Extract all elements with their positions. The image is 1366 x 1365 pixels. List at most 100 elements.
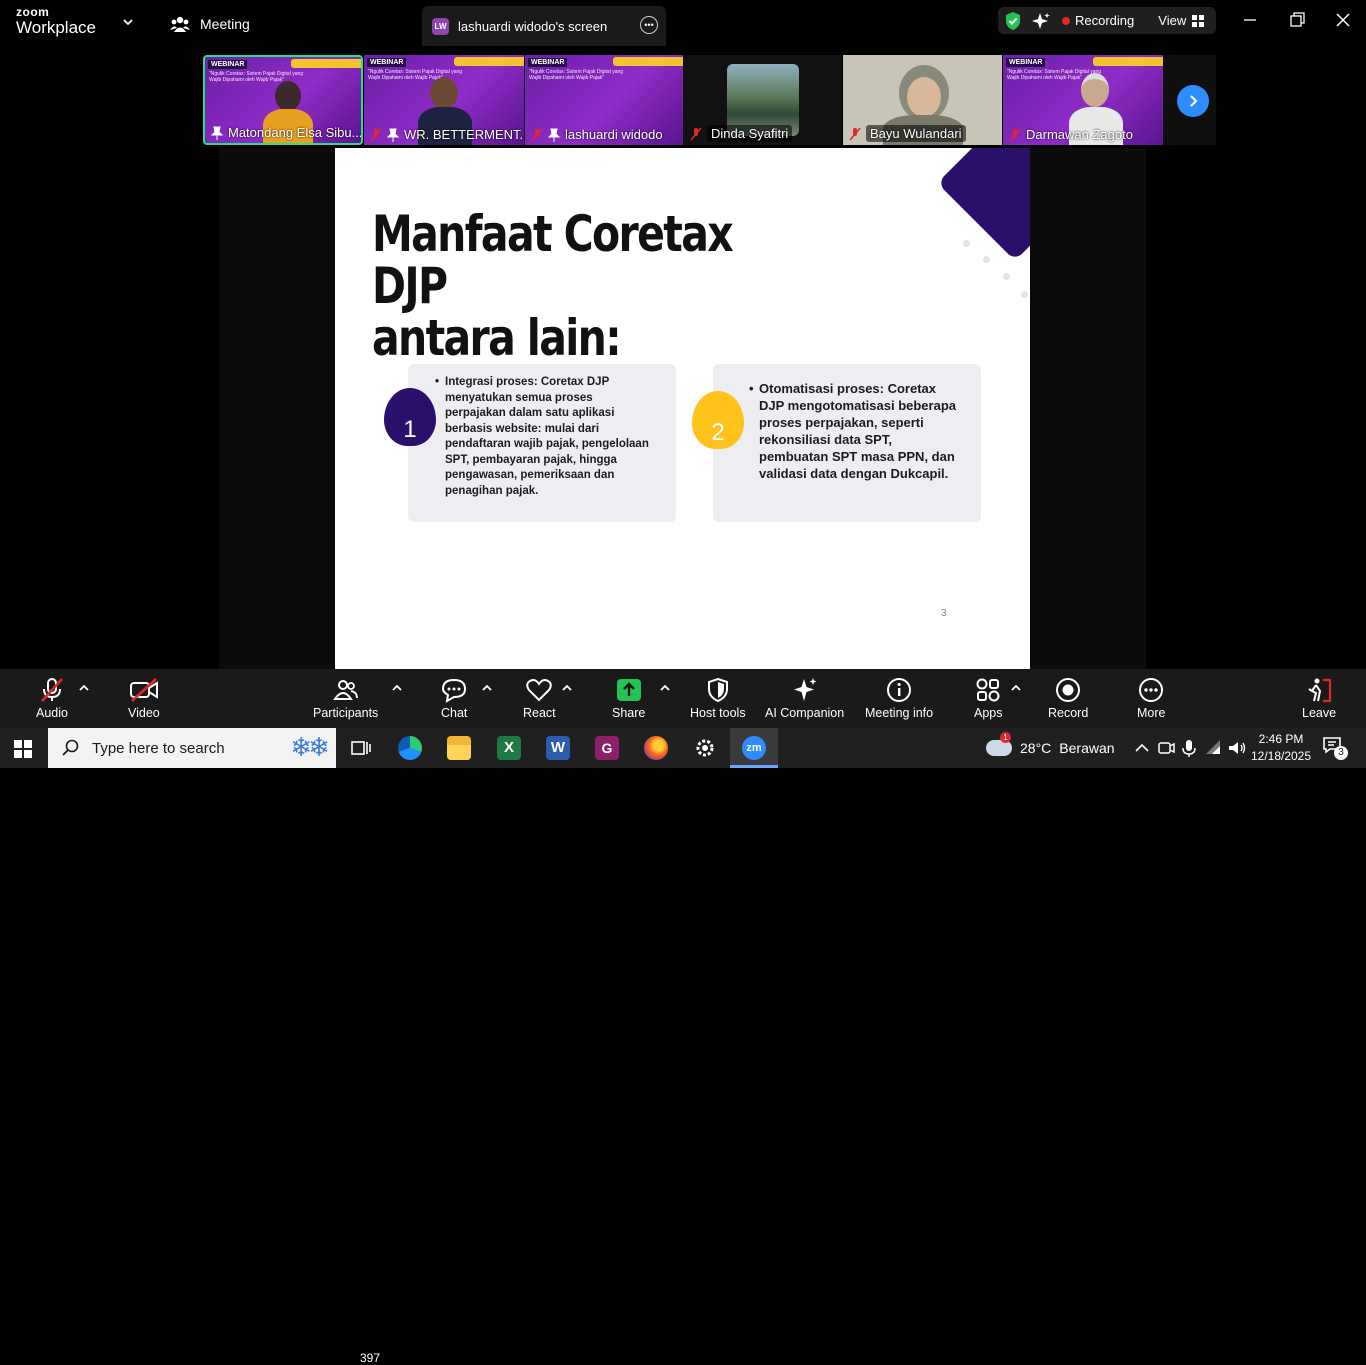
- grid-view-icon: [1192, 14, 1205, 27]
- record-button[interactable]: Record: [1048, 677, 1088, 720]
- slide-dot-decoration: [1021, 291, 1028, 298]
- leave-button[interactable]: Leave: [1302, 677, 1336, 720]
- slide-title-line-1: Manfaat Coretax DJP: [372, 205, 734, 315]
- mic-muted-icon: [370, 127, 382, 142]
- ai-sparkle-icon[interactable]: [1032, 12, 1050, 30]
- slide-dot-decoration: [1003, 273, 1010, 280]
- next-page-button[interactable]: [1177, 85, 1209, 117]
- webinar-label: WEBINAR: [1006, 58, 1046, 67]
- chevron-up-icon[interactable]: [659, 683, 671, 693]
- firefox-icon[interactable]: [644, 736, 668, 760]
- host-tools-button[interactable]: Host tools: [690, 677, 746, 720]
- participants-button[interactable]: Participants: [313, 677, 378, 720]
- benefit-number: 2: [711, 419, 725, 446]
- zoom-app-icon[interactable]: zm: [742, 736, 766, 760]
- participant-tile[interactable]: WEBINAR "Ngulik Coretax: Sistem Pajak Di…: [525, 55, 683, 145]
- taskbar-search-box[interactable]: Type here to search ❄❄: [48, 728, 336, 768]
- microphone-icon[interactable]: [1177, 736, 1201, 760]
- task-view-icon[interactable]: [349, 736, 373, 760]
- shield-icon: [707, 677, 728, 703]
- participant-video: [275, 81, 301, 111]
- close-icon[interactable]: [1333, 10, 1353, 30]
- recording-indicator-icon: [1062, 16, 1070, 25]
- volume-icon[interactable]: [1225, 736, 1249, 760]
- participants-group-icon: [170, 16, 190, 32]
- benefit-number: 1: [403, 416, 417, 443]
- participant-name-bar: WR. BETTERMENT...: [370, 127, 524, 142]
- chevron-up-icon[interactable]: [78, 683, 90, 693]
- ai-companion-button[interactable]: AI Companion: [765, 677, 844, 720]
- record-icon: [1056, 678, 1081, 702]
- participants-label: Participants: [313, 706, 379, 720]
- mic-muted-icon: [690, 126, 702, 141]
- weather-temp: 28°C: [1020, 740, 1052, 756]
- slide-title: Manfaat Coretax DJP antara lain:: [372, 208, 782, 364]
- meeting-info-button[interactable]: Meeting info: [865, 677, 933, 720]
- excel-icon[interactable]: X: [497, 736, 521, 760]
- chat-label: Chat: [441, 706, 468, 720]
- wifi-icon[interactable]: [1202, 736, 1226, 760]
- webinar-label: WEBINAR: [367, 58, 407, 67]
- share-screen-icon: [616, 679, 641, 701]
- participant-video-face: [907, 77, 941, 117]
- notification-center-button[interactable]: 3: [1322, 736, 1348, 760]
- participant-tile[interactable]: Dinda Syafitri: [684, 55, 842, 145]
- chat-button[interactable]: Chat: [441, 677, 467, 720]
- recording-label[interactable]: Recording: [1075, 13, 1134, 28]
- chevron-up-icon[interactable]: [1130, 736, 1154, 760]
- participant-name-bar: Bayu Wulandari: [849, 125, 966, 142]
- heart-icon: [526, 679, 553, 702]
- participants-count: 397: [360, 1351, 381, 1365]
- weather-alert-badge: 1: [1000, 732, 1011, 743]
- chevron-up-icon[interactable]: [561, 683, 573, 693]
- benefit-description: Integrasi proses: Coretax DJP menyatukan…: [445, 376, 649, 497]
- meeting-status-group: Recording View: [998, 7, 1216, 34]
- meet-now-icon[interactable]: [1154, 736, 1178, 760]
- meeting-tab-label: Meeting: [200, 16, 250, 32]
- webinar-label: WEBINAR: [208, 60, 248, 69]
- react-button[interactable]: React: [523, 677, 556, 720]
- minimize-icon[interactable]: [1240, 10, 1260, 30]
- participant-tile[interactable]: WEBINAR "Ngulik Coretax: Sistem Pajak Di…: [364, 55, 524, 145]
- slide-title-line-2: antara lain:: [372, 309, 622, 367]
- restore-icon[interactable]: [1287, 10, 1307, 30]
- settings-gear-icon[interactable]: [693, 736, 717, 760]
- edge-browser-icon[interactable]: [398, 736, 422, 760]
- video-button[interactable]: Video: [128, 677, 160, 720]
- clock-date: 12/18/2025: [1250, 749, 1312, 763]
- pin-icon: [387, 128, 399, 142]
- audio-button[interactable]: Audio: [36, 677, 68, 720]
- chevron-right-icon: [1190, 95, 1198, 107]
- participant-tile[interactable]: WEBINAR "Ngulik Coretax: Sistem Pajak Di…: [203, 55, 363, 145]
- view-button[interactable]: View: [1158, 13, 1186, 28]
- participant-name-bar: Darmawan Zagoto: [1009, 127, 1133, 142]
- file-explorer-icon[interactable]: [447, 736, 471, 760]
- more-button[interactable]: More: [1137, 677, 1165, 720]
- chevron-up-icon[interactable]: [1010, 683, 1022, 693]
- chevron-up-icon[interactable]: [391, 683, 403, 693]
- presentation-slide: Manfaat Coretax DJP antara lain: 1 • Int…: [335, 148, 1030, 669]
- sponsor-logos: [613, 57, 683, 66]
- pdf-editor-icon[interactable]: G: [595, 736, 619, 760]
- chevron-down-icon[interactable]: [120, 14, 136, 30]
- shield-check-icon[interactable]: [1004, 11, 1022, 31]
- chevron-up-icon[interactable]: [481, 683, 493, 693]
- taskbar-clock[interactable]: 2:46 PM 12/18/2025: [1248, 731, 1314, 765]
- windows-start-icon[interactable]: [14, 740, 32, 758]
- benefit-text: • Otomatisasi proses: Coretax DJP mengot…: [749, 381, 956, 481]
- weather-widget[interactable]: 1 28°C Berawan: [986, 732, 1115, 760]
- search-icon: [62, 739, 79, 756]
- word-icon[interactable]: W: [546, 736, 570, 760]
- meeting-tab[interactable]: Meeting: [170, 12, 250, 36]
- brand-top: zoom: [16, 5, 50, 19]
- benefit-number-badge: 1: [384, 388, 436, 446]
- sharer-avatar: LW: [432, 17, 449, 35]
- more-options-icon[interactable]: •••: [640, 16, 658, 34]
- zoom-workplace-logo[interactable]: zoom Workplace: [16, 6, 96, 36]
- shared-screen-tab[interactable]: LW lashuardi widodo's screen •••: [422, 6, 666, 46]
- chat-icon: [442, 678, 467, 703]
- share-button[interactable]: Share: [612, 677, 645, 720]
- apps-button[interactable]: Apps: [974, 677, 1003, 720]
- participant-tile[interactable]: Bayu Wulandari: [843, 55, 1002, 145]
- participant-tile[interactable]: WEBINAR "Ngulik Coretax: Sistem Pajak Di…: [1003, 55, 1163, 145]
